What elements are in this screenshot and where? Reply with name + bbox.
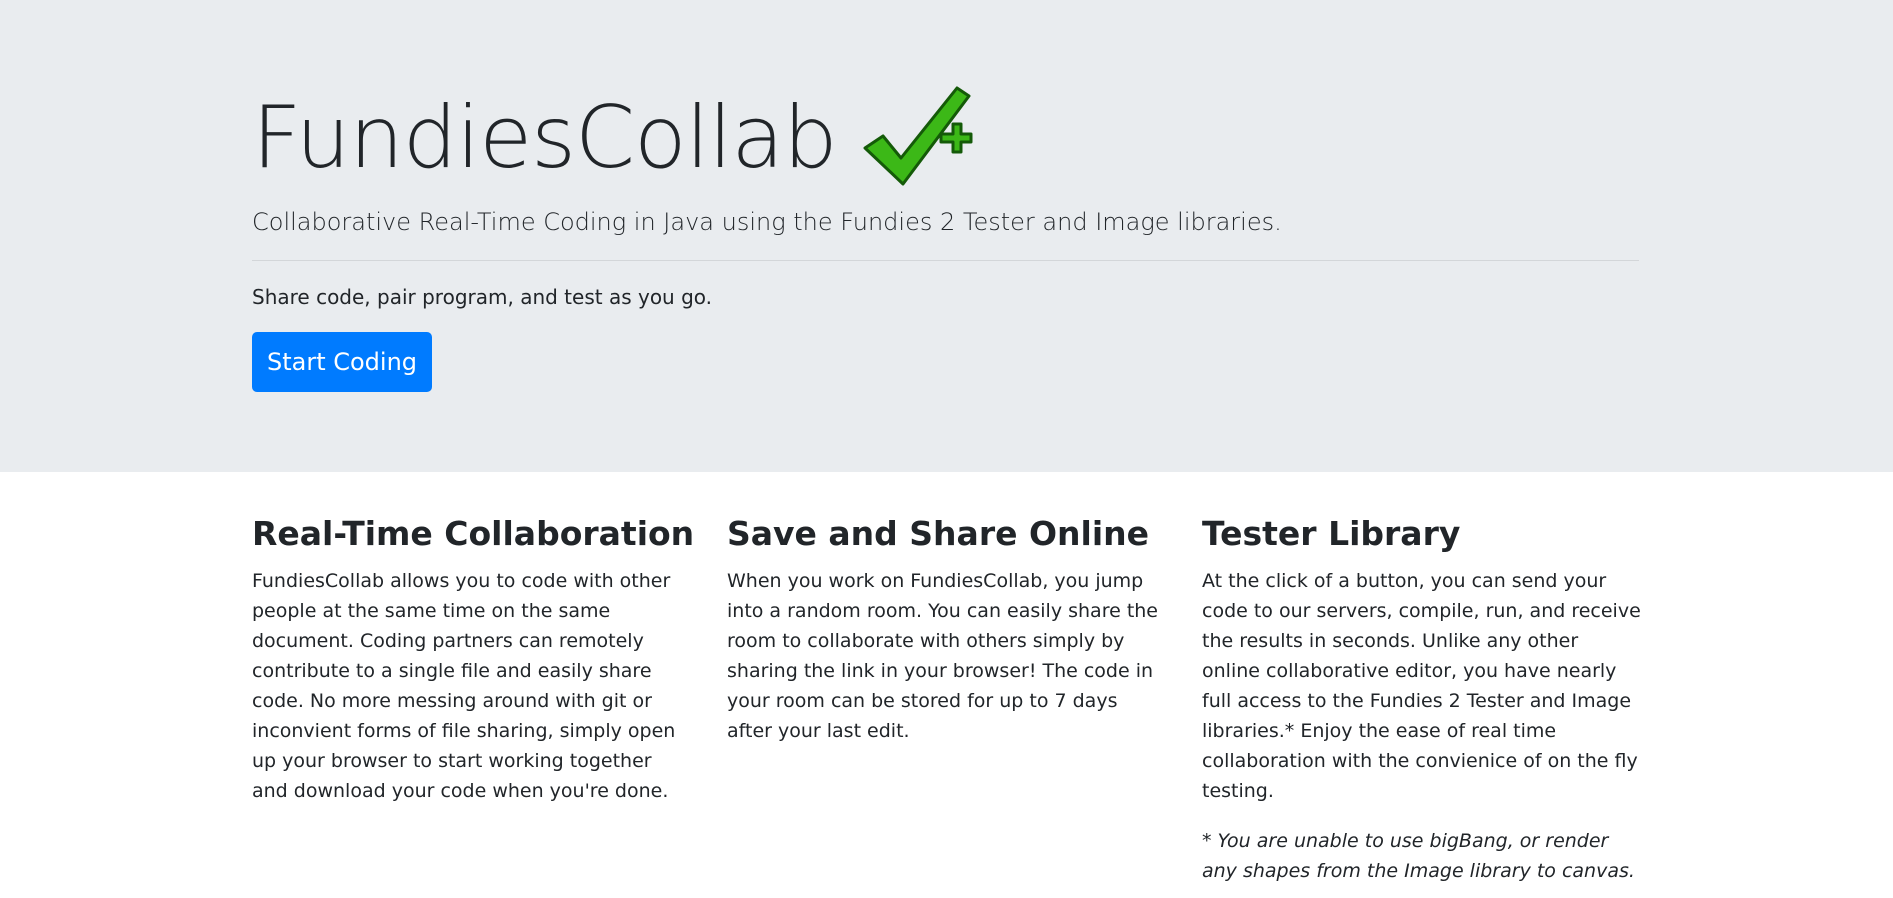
feature-body: When you work on FundiesCollab, you jump… [727,570,1158,742]
feature-footnote: * You are unable to use bigBang, or rend… [1202,830,1635,882]
feature-heading: Real-Time Collaboration [252,514,695,553]
feature-heading: Save and Share Online [727,514,1150,553]
hero-divider [252,260,1639,261]
feature-body: FundiesCollab allows you to code with ot… [252,570,676,802]
hero-title-row: FundiesCollab [252,78,973,198]
page-title: FundiesCollab [252,88,838,188]
feature-save-and-share: Save and Share Online When you work on F… [727,510,1167,746]
start-coding-button[interactable]: Start Coding [252,332,432,392]
feature-heading: Tester Library [1202,514,1461,553]
feature-tester-library: Tester Library At the click of a button,… [1202,510,1642,886]
hero-tagline: Share code, pair program, and test as yo… [252,285,713,309]
feature-body: At the click of a button, you can send y… [1202,570,1641,802]
hero-lead: Collaborative Real-Time Coding in Java u… [252,208,1282,236]
hero-section [0,0,1893,472]
green-checkmark-plus-icon [863,86,973,186]
feature-real-time-collaboration: Real-Time Collaboration FundiesCollab al… [252,510,695,806]
